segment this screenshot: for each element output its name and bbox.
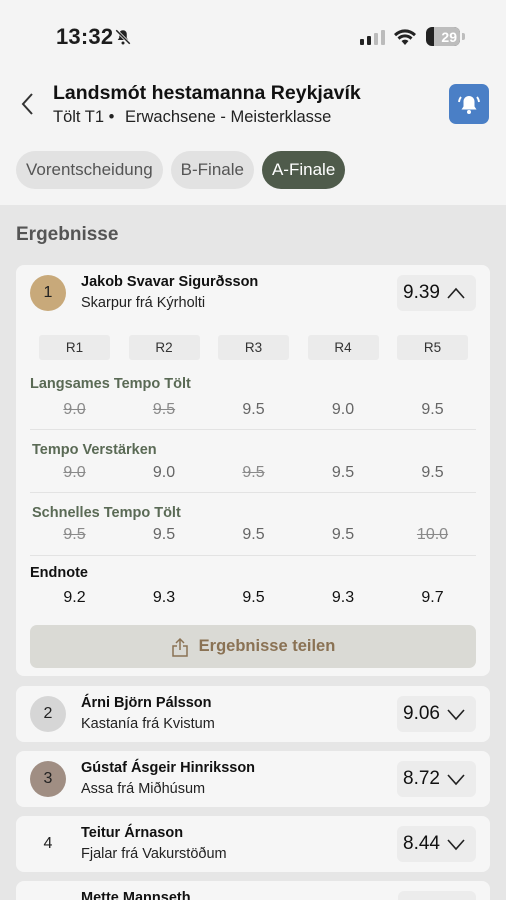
- battery-icon: 29: [426, 27, 460, 46]
- tab-vorentscheidung[interactable]: Vorentscheidung: [16, 151, 163, 189]
- score-toggle[interactable]: 9.39: [397, 275, 476, 311]
- round-score: 9.5: [421, 401, 444, 418]
- endnote-score: 9.2: [63, 589, 86, 606]
- round-header: R2: [128, 335, 200, 360]
- round-header: R1: [39, 335, 110, 360]
- round-header: R3: [218, 335, 289, 360]
- category-label: Tempo Verstärken: [32, 442, 157, 458]
- endnote-scores: 9.2 9.3 9.5 9.3 9.7: [39, 589, 487, 607]
- category-label: Schnelles Tempo Tölt: [32, 505, 181, 521]
- round-score: 9.0: [152, 464, 176, 481]
- back-button[interactable]: [18, 90, 38, 118]
- round-score: 9.5: [242, 464, 265, 481]
- top-panel: 13:32 29 Landsmót hestamanna Reykjavík T…: [0, 0, 506, 205]
- division-label: Erwachsene - Meisterklasse: [125, 108, 332, 126]
- score-toggle[interactable]: [398, 891, 476, 900]
- page-title: Landsmót hestamanna Reykjavík: [53, 82, 361, 104]
- endnote-score: 9.3: [331, 589, 355, 606]
- divider: [30, 492, 476, 493]
- chevron-down-icon: [447, 709, 465, 721]
- rider-name: Gústaf Ásgeir Hinriksson: [81, 760, 256, 776]
- endnote-score: 9.7: [421, 589, 444, 606]
- horse-name: Skarpur frá Kýrholti: [81, 295, 206, 311]
- class-label: Tölt T1 •: [53, 108, 115, 126]
- rider-name: Árni Björn Pálsson: [81, 695, 212, 711]
- notification-button[interactable]: [449, 84, 489, 124]
- wifi-icon: [394, 29, 416, 45]
- result-card: 1 Jakob Svavar Sigurðsson Skarpur frá Ký…: [16, 265, 490, 676]
- share-label: Ergebnisse teilen: [198, 637, 336, 655]
- horse-name: Assa frá Miðhúsum: [81, 781, 206, 797]
- total-score: 8.72: [403, 768, 440, 789]
- round-score: 9.5: [421, 464, 444, 481]
- total-score: 9.06: [403, 703, 440, 724]
- result-card[interactable]: 2 Árni Björn Pálsson Kastanía frá Kvistu…: [16, 686, 490, 742]
- round-score: 10.0: [416, 526, 449, 543]
- rider-name: Mette Mannseth: [81, 890, 191, 900]
- chevron-down-icon: [447, 839, 465, 851]
- share-icon: [171, 637, 188, 657]
- score-toggle[interactable]: 8.72: [397, 761, 476, 797]
- total-score: 8.44: [403, 833, 440, 854]
- rider-name: Teitur Árnason: [81, 825, 184, 841]
- divider: [30, 555, 476, 556]
- endnote-score: 9.3: [152, 589, 176, 606]
- horse-name: Fjalar frá Vakurstöðum: [81, 846, 227, 862]
- round-score: 9.5: [242, 526, 265, 543]
- round-score: 9.5: [331, 464, 355, 481]
- result-card[interactable]: Mette Mannseth: [16, 881, 490, 900]
- category-scores: 9.0 9.0 9.5 9.5 9.5: [39, 464, 487, 482]
- round-score: 9.5: [152, 401, 176, 418]
- chevron-down-icon: [447, 774, 465, 786]
- page-header: Landsmót hestamanna Reykjavík Tölt T1 • …: [0, 76, 506, 136]
- rider-name: Jakob Svavar Sigurðsson: [81, 274, 259, 290]
- endnote-label: Endnote: [30, 565, 88, 581]
- chevron-up-icon: [447, 287, 465, 299]
- battery-level: 29: [441, 28, 457, 45]
- round-score: 9.0: [63, 464, 86, 481]
- round-score: 9.0: [63, 401, 86, 418]
- round-score: 9.5: [152, 526, 176, 543]
- rank-badge: 2: [30, 696, 66, 732]
- round-header: R5: [397, 335, 468, 360]
- rank-badge: 1: [30, 275, 66, 311]
- score-toggle[interactable]: 9.06: [397, 696, 476, 732]
- signal-icon: [360, 30, 385, 45]
- score-toggle[interactable]: 8.44: [397, 826, 476, 862]
- result-card[interactable]: 3 Gústaf Ásgeir Hinriksson Assa frá Miðh…: [16, 751, 490, 807]
- divider: [30, 429, 476, 430]
- share-results-button[interactable]: Ergebnisse teilen: [30, 625, 476, 668]
- round-score: 9.5: [331, 526, 355, 543]
- bell-ring-icon: [458, 96, 480, 114]
- bell-off-icon: [115, 29, 131, 45]
- category-scores: 9.0 9.5 9.5 9.0 9.5: [39, 401, 487, 419]
- status-bar: 13:32 29: [0, 0, 506, 76]
- result-card[interactable]: 4 Teitur Árnason Fjalar frá Vakurstöðum …: [16, 816, 490, 872]
- endnote-score: 9.5: [242, 589, 265, 606]
- round-header: R4: [307, 335, 379, 360]
- category-scores: 9.5 9.5 9.5 9.5 10.0: [39, 526, 487, 544]
- status-time: 13:32: [56, 24, 114, 49]
- section-title: Ergebnisse: [16, 224, 119, 245]
- tab-a-finale[interactable]: A-Finale: [261, 151, 346, 189]
- rank-badge: 4: [43, 835, 53, 852]
- round-score: 9.0: [331, 401, 355, 418]
- category-label: Langsames Tempo Tölt: [30, 376, 191, 392]
- rank-badge: 3: [30, 761, 66, 797]
- round-headers: R1 R2 R3 R4 R5: [39, 335, 487, 360]
- tab-b-finale[interactable]: B-Finale: [170, 151, 254, 189]
- round-score: 9.5: [63, 526, 86, 543]
- total-score: 9.39: [403, 282, 440, 303]
- round-score: 9.5: [242, 401, 265, 418]
- round-tabs: Vorentscheidung B-Finale A-Finale: [16, 151, 346, 189]
- horse-name: Kastanía frá Kvistum: [81, 716, 215, 732]
- page-subtitle: Tölt T1 • Erwachsene - Meisterklasse: [53, 108, 331, 127]
